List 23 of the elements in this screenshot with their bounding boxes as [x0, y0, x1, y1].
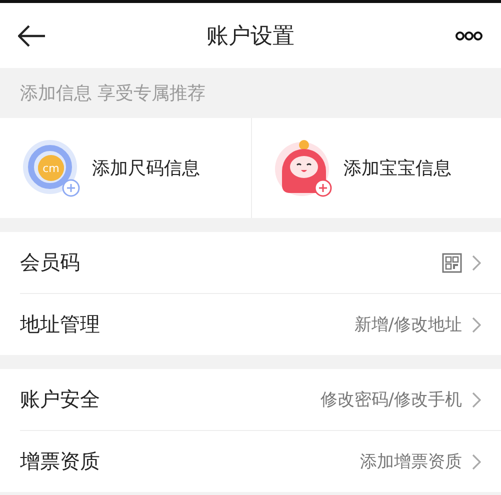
- row-label: 地址管理: [20, 311, 100, 338]
- row-value: 新增/修改地址: [354, 314, 462, 336]
- chevron-right-icon: [472, 454, 481, 470]
- row-label: 增票资质: [20, 448, 100, 475]
- baby-icon: [274, 139, 332, 197]
- row-value: 修改密码/修改手机: [320, 389, 462, 411]
- page-title: 账户设置: [206, 22, 294, 50]
- back-icon[interactable]: [18, 24, 46, 46]
- card-label[interactable]: 添加尺码信息: [92, 156, 200, 180]
- settings-row[interactable]: 地址管理 新增/修改地址: [20, 294, 501, 355]
- chevron-right-icon: [472, 254, 481, 270]
- chevron-right-icon: [472, 316, 481, 332]
- card-label[interactable]: 添加宝宝信息: [344, 156, 452, 180]
- qr-code-icon: [442, 252, 462, 272]
- more-icon[interactable]: [455, 30, 483, 40]
- row-label: 会员码: [20, 249, 80, 276]
- settings-row[interactable]: 账户安全 修改密码/修改手机: [20, 369, 501, 431]
- settings-row[interactable]: 增票资质 添加增票资质: [20, 431, 501, 492]
- banner-text: 添加信息 享受专属推荐: [20, 82, 206, 105]
- chevron-right-icon: [472, 392, 481, 408]
- row-label: 账户安全: [20, 386, 100, 413]
- settings-row[interactable]: 会员码: [20, 232, 501, 294]
- row-value: 添加增票资质: [360, 451, 462, 473]
